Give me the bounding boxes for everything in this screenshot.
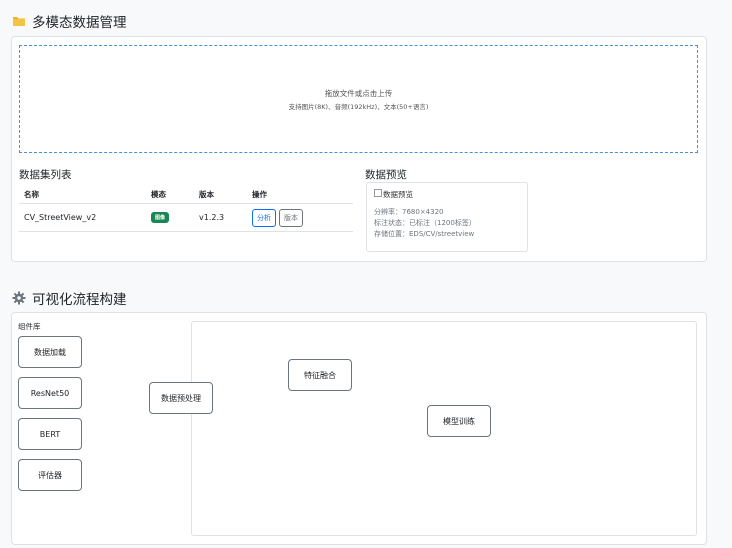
data-preview-panel: 数据预览 分辨率：7680×4320 标注状态：已标注（1200标签） 存储位置… — [366, 182, 528, 252]
col-name: 名称 — [24, 190, 39, 199]
data-section-title-text: 多模态数据管理 — [32, 15, 127, 31]
component-library-label: 组件库 — [18, 322, 41, 331]
upload-dropzone[interactable]: 拖放文件或点击上传 支持图片(8K)、音频(192kHz)、文本(50+语言) — [19, 45, 698, 153]
component-resnet50[interactable]: ResNet50 — [18, 377, 82, 409]
col-actions: 操作 — [252, 190, 267, 199]
preview-heading: 数据预览 — [365, 169, 407, 181]
data-section-title: 多模态数据管理 — [12, 11, 127, 31]
flow-section-title-text: 可视化流程构建 — [32, 292, 127, 308]
gear-icon — [12, 291, 26, 305]
preview-image: 数据预览 — [374, 188, 520, 200]
dataset-list-heading: 数据集列表 — [19, 169, 72, 181]
broken-image-icon — [374, 188, 382, 197]
col-modality: 模态 — [151, 190, 166, 199]
col-version: 版本 — [199, 190, 214, 199]
data-management-card: 拖放文件或点击上传 支持图片(8K)、音频(192kHz)、文本(50+语言) … — [11, 36, 707, 262]
component-evaluator[interactable]: 评估器 — [18, 459, 82, 491]
dataset-version: v1.2.3 — [199, 213, 225, 222]
preview-label-status: 标注状态：已标注（1200标签） — [374, 219, 476, 227]
modality-badge: 图像 — [151, 212, 170, 223]
version-button[interactable]: 版本 — [279, 208, 303, 227]
component-bert[interactable]: BERT — [18, 418, 82, 450]
folder-icon — [12, 14, 26, 28]
dataset-name: CV_StreetView_v2 — [24, 213, 97, 222]
preview-storage: 存储位置：EDS/CV/streetview — [374, 230, 475, 238]
table-row: CV_StreetView_v2 图像 v1.2.3 分析 版本 — [19, 204, 353, 232]
node-model-training[interactable]: 模型训练 — [427, 405, 491, 437]
component-data-loader[interactable]: 数据加载 — [18, 336, 82, 368]
node-preprocess[interactable]: 数据预处理 — [149, 382, 213, 414]
flow-builder-card: 组件库 数据加载 ResNet50 BERT 评估器 数据预处理 特征融合 模型… — [11, 312, 707, 545]
flow-section-title: 可视化流程构建 — [12, 288, 127, 308]
table-header: 名称 模态 版本 操作 — [19, 186, 353, 204]
preview-resolution: 分辨率：7680×4320 — [374, 208, 444, 216]
analyze-button[interactable]: 分析 — [252, 208, 276, 227]
upload-hint: 拖放文件或点击上传 — [324, 88, 393, 98]
dataset-table: 名称 模态 版本 操作 CV_StreetView_v2 图像 v1.2.3 分… — [19, 186, 353, 232]
node-feature-fusion[interactable]: 特征融合 — [288, 359, 352, 391]
upload-formats: 支持图片(8K)、音频(192kHz)、文本(50+语言) — [288, 102, 429, 111]
